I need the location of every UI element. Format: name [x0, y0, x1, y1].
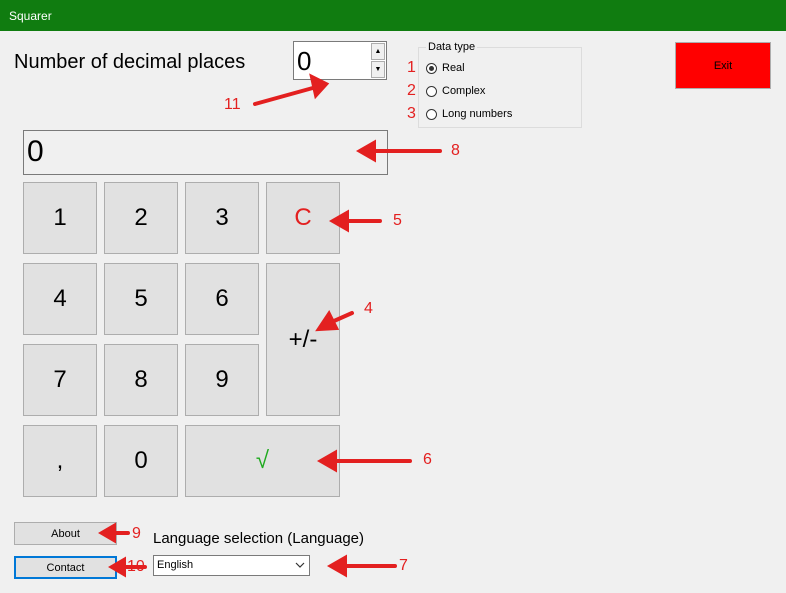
- arrow-9-head: [98, 522, 116, 544]
- arrow-7-head: [326, 554, 347, 578]
- annotation-11: 11: [224, 96, 241, 113]
- arrow-11: [253, 84, 322, 106]
- annotation-3: 3: [407, 105, 416, 122]
- annotation-6: 6: [423, 451, 432, 468]
- arrow-8-head: [355, 139, 376, 163]
- annotation-1: 1: [407, 59, 416, 76]
- arrow-4-head: [315, 310, 340, 332]
- annotation-arrows: [98, 73, 442, 578]
- annotation-9: 9: [132, 525, 141, 542]
- annotation-2: 2: [407, 82, 416, 99]
- annotation-10: 10: [127, 558, 145, 575]
- annotation-5: 5: [393, 212, 402, 229]
- arrow-11-head: [309, 73, 330, 100]
- arrow-6-head: [316, 449, 337, 473]
- arrow-5-head: [328, 209, 349, 233]
- annotation-7: 7: [399, 557, 408, 574]
- arrow-10-head: [108, 556, 126, 578]
- annotation-4: 4: [364, 300, 373, 317]
- annotation-8: 8: [451, 142, 460, 159]
